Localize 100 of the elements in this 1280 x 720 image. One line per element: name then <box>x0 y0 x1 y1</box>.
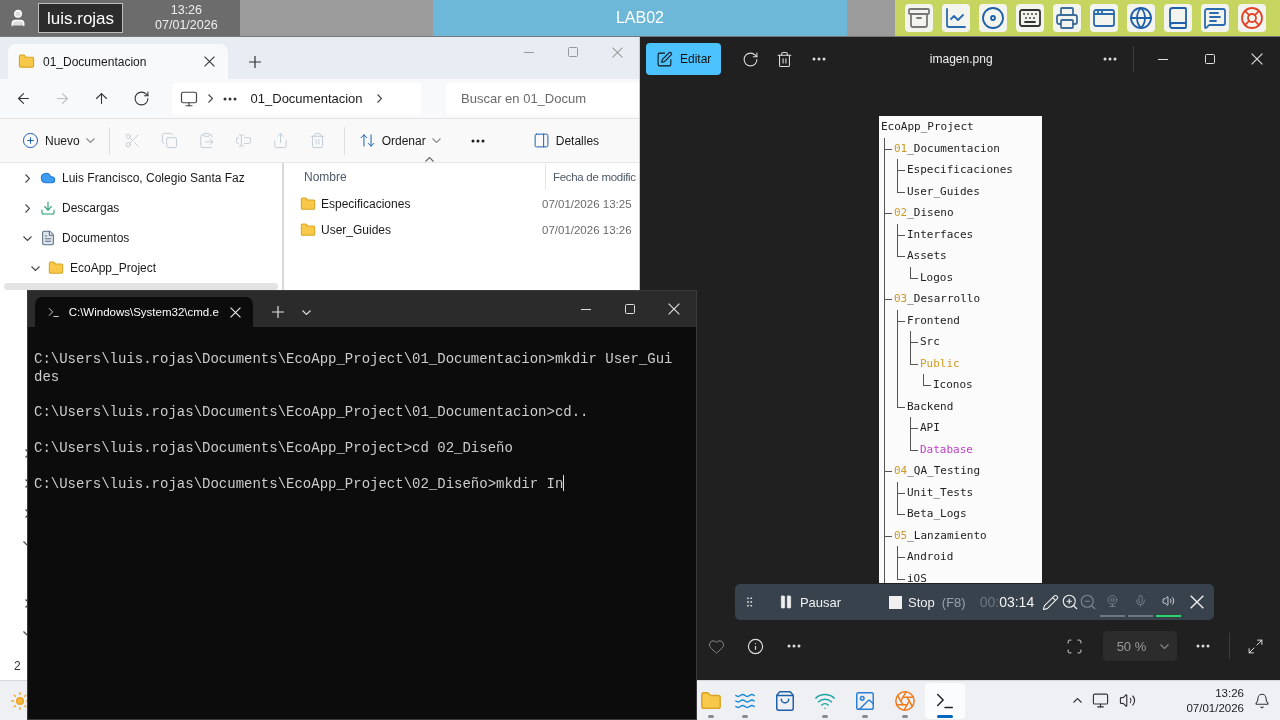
book-icon[interactable] <box>1166 6 1190 30</box>
lab-title: LAB02 <box>433 0 847 36</box>
network-icon[interactable] <box>1092 692 1110 709</box>
computer-icon <box>179 89 198 108</box>
heart-icon <box>708 637 726 655</box>
chart-icon[interactable] <box>944 6 968 30</box>
document-icon <box>40 230 56 246</box>
folder-name: 01_Documentacion <box>894 141 1000 155</box>
folder-name: Android <box>907 550 954 563</box>
modified-date: 07/01/2026 13:26 <box>541 224 632 236</box>
chevron-up-icon <box>425 157 434 162</box>
command-line: C:\Users\luis.rojas\Documents\EcoApp_Project\02_Diseño>mkdir In <box>34 476 564 493</box>
volume-icon[interactable] <box>1119 692 1137 709</box>
address-bar[interactable]: 01_Documentacion <box>171 82 421 115</box>
close-icon <box>203 56 215 67</box>
folder-name: Src <box>920 335 940 348</box>
sidebar-item[interactable]: Documentos <box>4 223 278 253</box>
file-title: imagen.png <box>928 52 994 66</box>
chevron-down-icon <box>1160 643 1170 649</box>
chevron-down-icon <box>301 309 311 315</box>
cloud-icon <box>40 170 56 186</box>
cabinet-icon[interactable] <box>907 6 931 30</box>
chat-icon[interactable] <box>1203 6 1227 30</box>
status-text: 2 <box>13 658 22 675</box>
disc-icon[interactable] <box>981 6 1005 30</box>
chevron-right-icon[interactable] <box>24 203 30 213</box>
file-name[interactable]: User_Guides <box>321 223 392 237</box>
taskbar-app[interactable] <box>925 682 965 719</box>
maximize-icon <box>1204 54 1215 64</box>
sidebar-item[interactable]: Luis Francisco, Colegio Santa Faz <box>4 163 278 193</box>
folder-name: Backend <box>907 399 954 413</box>
search-field[interactable]: Buscar en 01_Docum <box>446 82 639 115</box>
minimize-icon <box>1157 58 1168 60</box>
folder-tab[interactable]: 01_Documentacion <box>8 44 228 79</box>
refresh-icon <box>132 90 150 107</box>
close-icon <box>611 46 623 58</box>
command-line: C:\Users\luis.rojas\Documents\EcoApp_Project>cd 02_Diseño <box>34 439 513 456</box>
clock-time: 13:26 <box>1215 685 1244 701</box>
close-icon <box>1189 595 1204 609</box>
maximize-icon <box>625 304 635 314</box>
column-header[interactable]: Nombre <box>290 163 545 191</box>
pause-button[interactable]: Pausar <box>773 588 846 616</box>
chevron-right-icon <box>207 94 213 103</box>
chevron-right-icon <box>376 94 382 103</box>
folder-icon <box>18 53 35 70</box>
panel-icon <box>532 132 550 149</box>
close-icon <box>1250 53 1263 65</box>
breadcrumb-item[interactable]: 01_Documentacion <box>246 91 367 106</box>
rotate-icon <box>741 50 759 68</box>
folder-name: 04_QA_Testing <box>894 464 981 477</box>
chevron-down-icon[interactable] <box>30 265 40 271</box>
folder-name: 05_Lanzamiento <box>894 528 987 542</box>
maximize-icon <box>568 47 578 57</box>
folder-name: Assets <box>907 249 947 262</box>
chevron-down-icon <box>431 138 441 143</box>
folder-name: Especificaciones <box>907 163 1013 176</box>
zoom-select[interactable]: 50 % <box>1102 631 1178 661</box>
folder-name: User_Guides <box>907 184 980 198</box>
column-header[interactable]: Fecha de modific <box>546 163 634 191</box>
window-icon[interactable] <box>1092 6 1116 30</box>
chevron-up-icon[interactable] <box>1073 698 1083 703</box>
fit-icon <box>1066 637 1084 655</box>
info-icon <box>746 637 764 655</box>
user-name: luis.rojas <box>38 3 124 33</box>
notification-icon[interactable] <box>1254 692 1270 709</box>
clock-date: 07/01/2026 <box>155 18 218 33</box>
globe-icon[interactable] <box>1129 6 1153 30</box>
plus-icon <box>249 56 261 68</box>
command-line: C:\Users\luis.rojas\Documents\EcoApp_Project\01_Documentacion>cd.. <box>34 404 589 421</box>
sidebar-item[interactable]: EcoApp_Project <box>4 253 278 283</box>
elapsed-time: 03:14 <box>999 594 1035 610</box>
microphone-icon <box>1134 592 1148 610</box>
more-icon <box>222 96 237 101</box>
lifebuoy-icon[interactable] <box>1240 6 1264 30</box>
new-button[interactable]: Nuevo <box>14 124 103 157</box>
minimize-icon <box>581 308 591 310</box>
folder-name: EcoApp_Project <box>881 120 974 133</box>
keyboard-icon[interactable] <box>1018 6 1042 30</box>
sort-button[interactable]: Ordenar <box>350 124 449 157</box>
close-icon <box>668 303 680 315</box>
sidebar-item[interactable]: Descargas <box>4 193 278 223</box>
stop-button[interactable]: Stop <box>885 588 939 616</box>
file-name[interactable]: Especificaciones <box>321 197 411 211</box>
chevron-down-icon[interactable] <box>22 235 32 241</box>
weather-icon[interactable] <box>10 690 30 711</box>
details-button[interactable]: Detalles <box>524 124 608 157</box>
printer-icon[interactable] <box>1055 6 1079 30</box>
chevron-right-icon[interactable] <box>24 173 30 183</box>
terminal-tab[interactable]: C:\Windows\System32\cmd.e <box>35 297 253 327</box>
modified-date: 07/01/2026 13:25 <box>541 198 632 210</box>
clock-time: 13:26 <box>170 3 202 18</box>
folder-icon <box>48 260 64 276</box>
folder-name: Frontend <box>907 313 960 327</box>
zoom-in-icon <box>1060 593 1079 611</box>
zoom-out-icon <box>1079 593 1098 611</box>
edit-button[interactable]: Editar <box>646 43 722 75</box>
folder-name: Logos <box>920 270 954 284</box>
pencil-icon <box>1041 593 1059 611</box>
webcam-icon <box>1106 592 1120 610</box>
more-icon <box>1102 57 1117 61</box>
